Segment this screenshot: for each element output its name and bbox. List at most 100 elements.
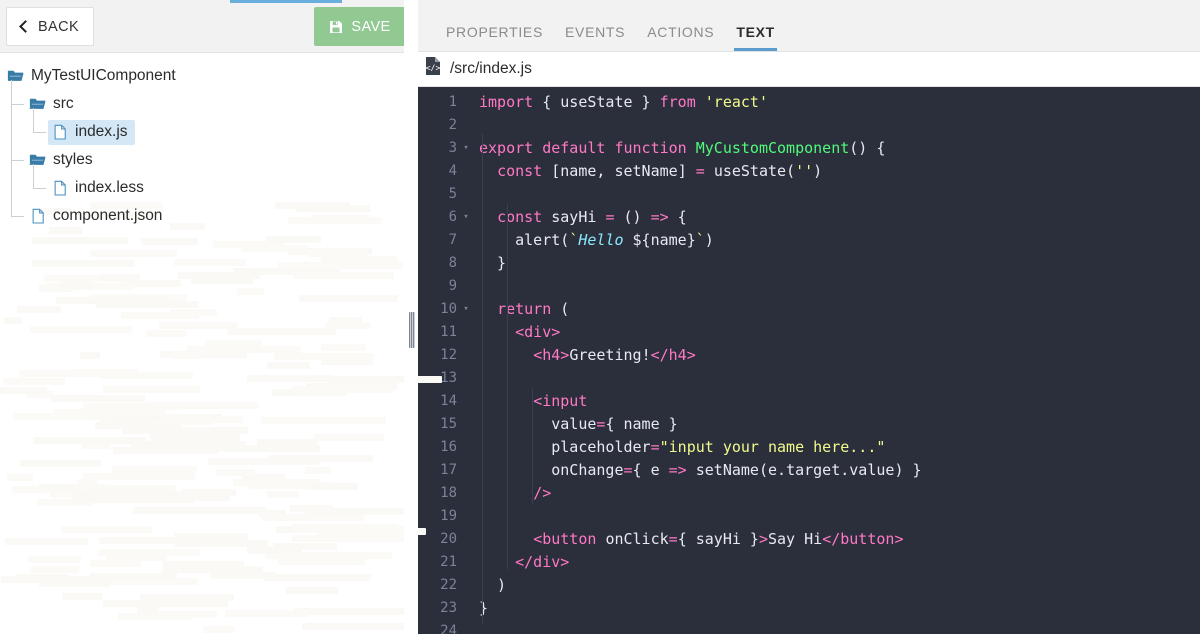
- ghost-line: [160, 351, 247, 358]
- tab-events[interactable]: EVENTS: [554, 24, 636, 51]
- line-number: 20: [440, 531, 457, 548]
- ghost-line: [269, 455, 373, 462]
- ghost-line: [51, 395, 145, 402]
- folder-icon: [29, 95, 47, 113]
- ghost-line: [121, 312, 199, 319]
- ghost-line: [80, 485, 176, 492]
- ghost-line: [115, 294, 187, 301]
- ghost-line: [173, 352, 200, 359]
- ghost-line: [306, 483, 358, 490]
- ghost-line: [12, 486, 51, 493]
- tree-item-mytestuicomponent[interactable]: MyTestUIComponent: [0, 62, 412, 90]
- code-line[interactable]: 4 const [name, setName] = useState(''): [413, 160, 1200, 183]
- code-line[interactable]: 23}: [413, 597, 1200, 620]
- left-toolbar: BACK SAVE: [0, 0, 412, 53]
- code-text: export default function MyCustomComponen…: [479, 139, 886, 158]
- ghost-line: [157, 611, 217, 618]
- ghost-line: [140, 594, 234, 601]
- code-line[interactable]: 11 <div>: [413, 321, 1200, 344]
- tab-text[interactable]: TEXT: [725, 24, 786, 52]
- tree-connector: [33, 164, 34, 188]
- fold-toggle-icon[interactable]: ▾: [459, 298, 473, 321]
- ghost-line: [146, 330, 186, 337]
- code-line[interactable]: 19: [413, 505, 1200, 528]
- ghost-line: [182, 489, 236, 496]
- code-line[interactable]: 5: [413, 183, 1200, 206]
- panel-splitter[interactable]: [404, 0, 418, 634]
- line-number: 24: [440, 623, 457, 634]
- fold-toggle-icon[interactable]: ▾: [459, 137, 473, 160]
- code-line[interactable]: 3 ▾ export default function MyCustomCompon…: [413, 137, 1200, 160]
- drag-grip-vertical-icon[interactable]: [409, 312, 415, 348]
- code-text: </div>: [515, 553, 570, 572]
- code-editor[interactable]: 1 import { useState } from 'react' 2 3 ▾ expo…: [413, 86, 1200, 634]
- line-number: 12: [440, 347, 457, 364]
- ghost-line: [257, 439, 318, 446]
- tree-item-index-js[interactable]: index.js: [0, 118, 412, 146]
- code-line[interactable]: 2: [413, 114, 1200, 137]
- tree-item-label: styles: [53, 150, 93, 168]
- code-line[interactable]: 15 value={ name }: [413, 413, 1200, 436]
- ghost-line: [112, 466, 197, 473]
- ghost-line: [4, 317, 22, 324]
- tree-item-src[interactable]: src: [0, 90, 412, 118]
- ghost-line: [286, 587, 338, 594]
- code-line[interactable]: 20 <button onClick={ sayHi }>Say Hi</but…: [413, 528, 1200, 551]
- ghost-line: [82, 442, 111, 449]
- code-line[interactable]: 14 <input: [413, 390, 1200, 413]
- ghost-line: [20, 460, 101, 467]
- line-number: 16: [440, 439, 457, 456]
- code-line[interactable]: 10 ▾ return (: [413, 298, 1200, 321]
- tree-item-styles[interactable]: styles: [0, 146, 412, 174]
- code-line[interactable]: 17 onChange={ e => setName(e.target.valu…: [413, 459, 1200, 482]
- ghost-line: [170, 309, 217, 316]
- ghost-line: [272, 389, 347, 396]
- line-number: 17: [440, 462, 457, 479]
- ghost-line: [3, 378, 65, 385]
- code-line[interactable]: 7 alert(`Hello ${name}`): [413, 229, 1200, 252]
- ghost-line: [130, 441, 246, 448]
- code-line[interactable]: 21 </div>: [413, 551, 1200, 574]
- tree-connector: [11, 160, 24, 161]
- back-button[interactable]: BACK: [6, 7, 94, 46]
- code-line[interactable]: 9: [413, 275, 1200, 298]
- code-line[interactable]: 12 <h4>Greeting!</h4>: [413, 344, 1200, 367]
- code-line[interactable]: 6 ▾ const sayHi = () => {: [413, 206, 1200, 229]
- line-number: 11: [440, 324, 457, 341]
- ghost-line: [302, 623, 411, 630]
- ghost-line: [305, 508, 417, 515]
- code-line[interactable]: 22 ): [413, 574, 1200, 597]
- code-line[interactable]: 18 />: [413, 482, 1200, 505]
- code-line[interactable]: 16 placeholder="input your name here...": [413, 436, 1200, 459]
- ghost-line: [174, 533, 247, 540]
- code-text: ): [479, 576, 507, 595]
- code-line[interactable]: 24: [413, 620, 1200, 634]
- tab-properties[interactable]: PROPERTIES: [435, 24, 554, 51]
- ghost-line: [200, 445, 294, 452]
- ghost-line: [274, 353, 373, 360]
- code-line[interactable]: 8 }: [413, 252, 1200, 275]
- ghost-line: [321, 358, 373, 365]
- ghost-line: [37, 499, 93, 506]
- ghost-line: [288, 248, 372, 255]
- fold-toggle-icon[interactable]: ▾: [459, 206, 473, 229]
- ghost-line: [17, 306, 61, 313]
- save-button-label: SAVE: [351, 18, 391, 35]
- ghost-line: [164, 491, 219, 498]
- code-text: <div>: [515, 323, 561, 342]
- ghost-line: [325, 385, 368, 392]
- ghost-line: [149, 430, 189, 437]
- code-line[interactable]: 1 import { useState } from 'react': [413, 91, 1200, 114]
- code-line[interactable]: 13: [413, 367, 1200, 390]
- ghost-line: [265, 552, 392, 559]
- save-button[interactable]: SAVE: [314, 7, 406, 46]
- ghost-line: [90, 573, 177, 580]
- tab-actions[interactable]: ACTIONS: [636, 24, 725, 51]
- ghost-line: [266, 236, 321, 243]
- ghost-line: [32, 260, 135, 267]
- ghost-line: [216, 469, 255, 476]
- ghost-line: [83, 473, 195, 480]
- tree-item-component-json[interactable]: component.json: [0, 202, 412, 230]
- ghost-line: [122, 427, 248, 434]
- tree-item-index-less[interactable]: index.less: [0, 174, 412, 202]
